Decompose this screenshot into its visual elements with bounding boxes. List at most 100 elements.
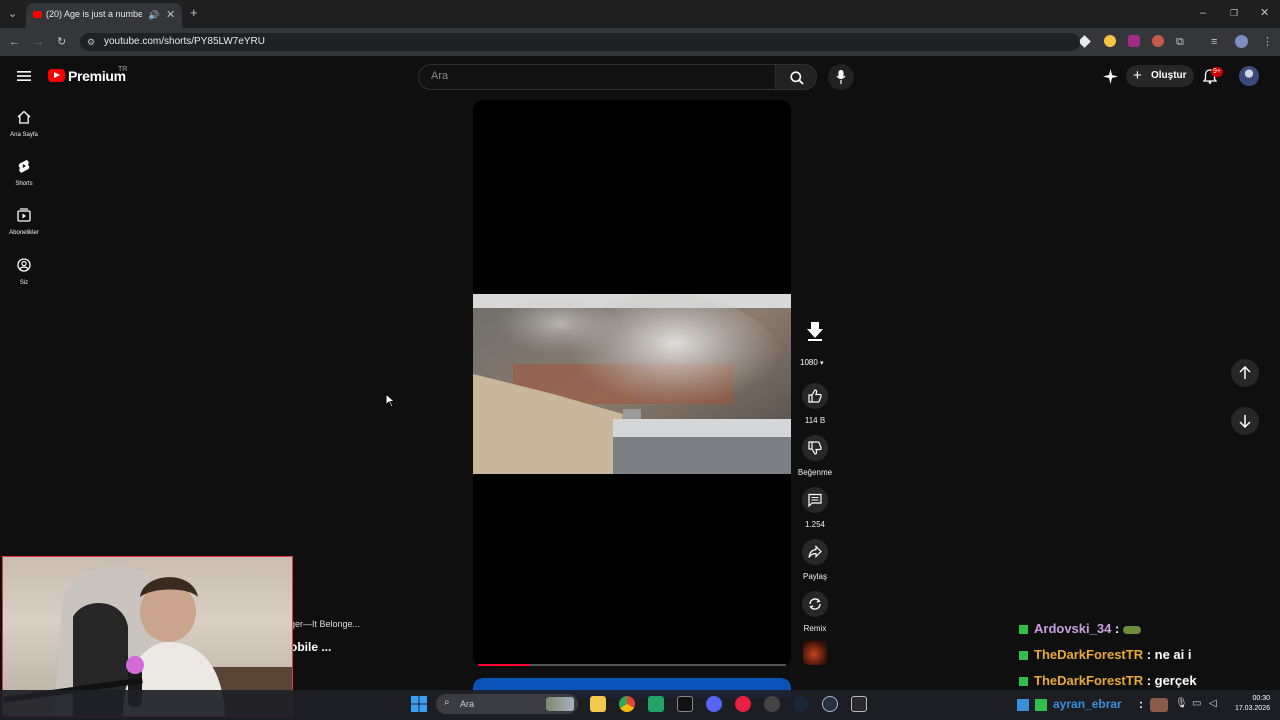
ai-sparkle-icon[interactable] [1103,69,1118,84]
forward-icon[interactable]: → [33,35,44,49]
profile-avatar-icon[interactable] [1235,35,1248,48]
steam-icon[interactable] [793,696,809,712]
browser-tabstrip: ⌄ (20) Age is just a number... 🔊 ✕ + – ❐… [0,0,1280,28]
share-arrow-icon [808,545,822,558]
network-icon[interactable]: ▭ [1192,698,1201,709]
volume-icon[interactable]: ◁ [1209,698,1217,709]
extension-red-icon[interactable] [1152,35,1164,47]
notification-count-badge: 9+ [1211,67,1223,77]
shorts-icon [18,160,30,173]
clock-time: 00:30 [1252,695,1270,702]
quality-selector[interactable]: 1080 ▾ [800,358,824,367]
search-icon [790,71,804,85]
remix-button[interactable] [802,591,828,617]
home-icon [17,110,31,124]
search-box[interactable] [418,64,776,90]
shorts-video-player[interactable] [473,100,791,666]
pepe-emote-icon [1122,625,1141,634]
chat-badge-icon [1019,651,1028,661]
extension-yellow-icon[interactable] [1104,35,1116,47]
sidebar-item-label: Shorts [15,181,33,187]
microphone-icon [836,70,846,84]
window-minimize-icon[interactable]: – [1200,6,1206,20]
search-button[interactable] [775,64,817,90]
back-icon[interactable]: ← [9,35,20,49]
tab-close-icon[interactable]: ✕ [166,8,175,22]
extension-purple-icon[interactable] [1128,35,1140,47]
tab-audio-icon[interactable]: 🔊 [148,8,159,22]
taskbar-search[interactable]: ⌕ Ara [436,694,578,714]
create-button[interactable]: + Oluştur [1126,65,1194,87]
tray-app-icon[interactable] [1035,699,1047,711]
sidebar-item-home[interactable]: Ana Sayfa [4,108,44,148]
media-player-icon[interactable] [735,696,751,712]
download-arrow-icon [807,322,823,341]
chat-message: TheDarkForestTR : ne ai i [1019,647,1192,662]
sidebar-item-subscriptions[interactable]: Abonelikler [4,206,44,246]
file-explorer-icon[interactable] [590,696,606,712]
guide-menu-icon[interactable] [17,70,31,82]
chat-badge-icon [1019,677,1028,687]
reload-icon[interactable]: ↻ [57,35,66,49]
quality-value: 1080 [800,358,818,367]
browser-tab-active[interactable]: (20) Age is just a number... 🔊 ✕ [26,3,182,28]
arrow-down-icon [1239,415,1251,428]
address-bar[interactable]: ⚙ youtube.com/shorts/PY85LW7eYRU [80,33,1080,51]
extension-diamond-icon[interactable] [1078,35,1091,48]
microphone-tray-icon[interactable]: 🎙 [1175,698,1188,709]
extensions-puzzle-icon[interactable]: ⧉ [1176,35,1184,49]
short-channel-line[interactable]: ger—It Belonge... [290,619,360,629]
dislike-button[interactable] [802,435,828,461]
epic-games-icon[interactable] [851,696,867,712]
voice-search-button[interactable] [828,64,854,90]
next-short-button[interactable] [1231,407,1259,435]
account-avatar[interactable] [1239,66,1259,86]
chat-username: TheDarkForestTR [1034,673,1144,688]
caret-down-icon: ▾ [820,360,824,367]
chat-message: TheDarkForestTR : gerçek [1019,673,1197,688]
sidebar-item-label: Siz [19,280,29,286]
sidebar-item-shorts[interactable]: Shorts [4,157,44,197]
taskbar-clock[interactable]: 00:30 17.03.2026 [1226,694,1270,714]
url-text[interactable]: youtube.com/shorts/PY85LW7eYRU [104,36,265,47]
logo-region-code: TR [118,66,128,73]
chrome-icon[interactable] [619,696,635,712]
system-tray[interactable]: ayran_ebrar : 🎙 ▭ ◁ [1015,697,1225,713]
target-app-icon[interactable] [822,696,838,712]
comments-button[interactable] [802,487,828,513]
like-count: 114 B [804,416,826,425]
new-tab-icon[interactable]: + [190,6,198,20]
comment-icon [808,493,822,507]
spreadsheet-app-icon[interactable] [648,696,664,712]
youtube-logo-icon[interactable] [48,69,65,82]
short-title[interactable]: obile ... [290,640,331,654]
window-close-icon[interactable]: ✕ [1260,6,1269,20]
window-restore-icon[interactable]: ❐ [1230,6,1238,20]
windows-start-icon[interactable] [411,696,427,712]
audio-thumbnail[interactable] [803,641,827,665]
tab-list-icon[interactable]: ⌄ [8,7,17,21]
thumbs-down-icon [808,441,822,455]
browser-menu-icon[interactable]: ⋮ [1262,35,1273,49]
obs-icon[interactable] [764,696,780,712]
discord-icon[interactable] [706,696,722,712]
chat-text: ne ai i [1154,647,1192,662]
share-button[interactable] [802,539,828,565]
chat-username: Ardovski_34 [1034,621,1112,636]
create-label: Oluştur [1151,70,1187,81]
video-progress-bar[interactable] [478,664,786,666]
account-icon [17,258,31,272]
tray-app-icon[interactable] [1017,699,1029,711]
like-button[interactable] [802,383,828,409]
subscriptions-icon [17,208,31,222]
search-input[interactable] [429,69,763,83]
previous-short-button[interactable] [1231,359,1259,387]
emote-icon [1150,698,1168,712]
tradingview-icon[interactable] [677,696,693,712]
download-button[interactable] [805,320,825,342]
site-info-icon[interactable]: ⚙ [87,35,95,49]
thumbs-up-icon [808,389,822,403]
reading-list-icon[interactable]: ≡ [1211,35,1217,49]
sidebar-item-you[interactable]: Siz [4,256,44,296]
chat-username: TheDarkForestTR [1034,647,1144,662]
